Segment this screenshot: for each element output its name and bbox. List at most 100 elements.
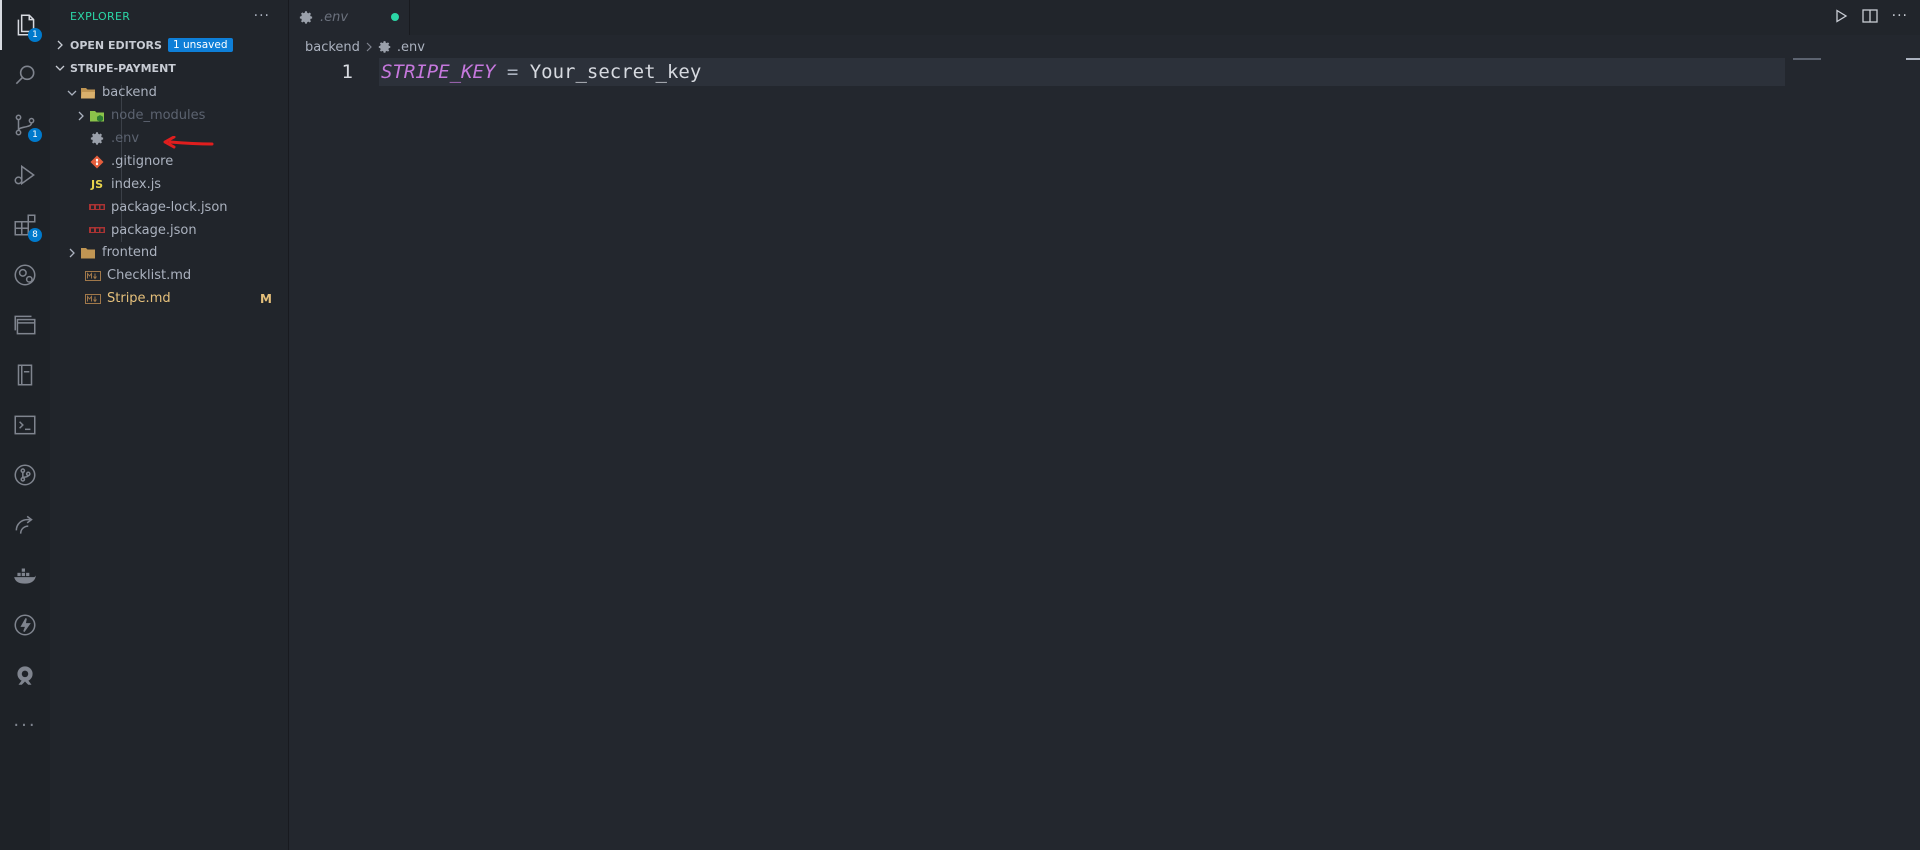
open-editors-section[interactable]: OPEN EDITORS 1 unsaved — [50, 34, 288, 56]
thunder-client-button[interactable] — [0, 600, 50, 650]
play-icon — [1834, 9, 1848, 23]
markdown-icon — [85, 291, 101, 307]
explorer-button[interactable]: 1 — [0, 0, 50, 50]
tree-item-package-lock[interactable]: package-lock.json — [50, 196, 288, 219]
extensions-button[interactable]: 8 — [0, 200, 50, 250]
pages-button[interactable] — [0, 300, 50, 350]
tree-item-label: node_modules — [111, 108, 206, 123]
activity-bar: 1 1 8 ··· — [0, 0, 51, 850]
node-folder-icon — [89, 108, 105, 124]
overview-ruler[interactable] — [1906, 58, 1920, 60]
split-editor-icon — [1861, 9, 1878, 23]
code-editor[interactable]: 1 STRIPE_KEY = Your_secret_key — [289, 58, 1920, 850]
assignment-operator: = — [495, 61, 530, 83]
lightning-icon — [12, 612, 38, 638]
folder-icon — [80, 245, 96, 261]
tree-item-label: package-lock.json — [111, 200, 228, 215]
npm-icon — [89, 223, 105, 239]
tree-item-checklist-md[interactable]: Checklist.md — [50, 264, 288, 287]
ellipsis-icon: ··· — [1891, 8, 1908, 24]
tree-item-label: backend — [102, 85, 157, 100]
tree-item-label: Checklist.md — [107, 268, 192, 283]
minimap[interactable] — [1793, 58, 1821, 60]
terminal-icon — [12, 412, 38, 438]
search-icon — [12, 62, 38, 88]
gitkraken-button[interactable] — [0, 650, 50, 700]
tab-env[interactable]: .env — [289, 0, 410, 35]
explorer-title: EXPLORER — [70, 10, 131, 23]
tree-item-backend[interactable]: backend — [50, 81, 288, 104]
source-control-button[interactable]: 1 — [0, 100, 50, 150]
breadcrumb-item-backend[interactable]: backend — [305, 40, 360, 55]
tree-item-package-json[interactable]: package.json — [50, 219, 288, 242]
chevron-right-icon — [66, 247, 80, 259]
env-value: Your_secret_key — [529, 61, 702, 83]
tab-label: .env — [320, 10, 349, 25]
chevron-down-icon — [54, 62, 68, 74]
gear-icon — [89, 131, 105, 147]
tree-item-label: package.json — [111, 223, 197, 238]
remote-explorer-icon — [12, 262, 38, 288]
explorer-badge: 1 — [28, 28, 42, 42]
live-share-icon — [12, 512, 38, 538]
more-views-button[interactable]: ··· — [0, 700, 50, 750]
extensions-badge: 8 — [28, 228, 42, 242]
search-button[interactable] — [0, 50, 50, 100]
env-key: STRIPE_KEY — [381, 61, 496, 83]
terminal-button[interactable] — [0, 400, 50, 450]
folder-open-icon — [80, 85, 96, 101]
explorer-header: EXPLORER ··· — [50, 0, 288, 32]
tree-item-stripe-md[interactable]: Stripe.md M — [50, 287, 288, 310]
tree-item-label: frontend — [102, 245, 158, 260]
npm-icon — [89, 200, 105, 216]
tab-bar: .env ··· — [289, 0, 1920, 35]
run-debug-button[interactable] — [0, 150, 50, 200]
run-button[interactable] — [1834, 9, 1848, 23]
breadcrumb: backend .env — [305, 38, 425, 56]
chevron-right-icon — [364, 42, 374, 52]
tree-item-label: .env — [111, 131, 140, 146]
git-graph-button[interactable] — [0, 450, 50, 500]
tree-item-frontend[interactable]: frontend — [50, 241, 288, 264]
ellipsis-icon: ··· — [13, 714, 37, 736]
line-number: 1 — [341, 61, 353, 83]
gear-icon — [378, 40, 392, 54]
docker-button[interactable] — [0, 550, 50, 600]
git-icon — [89, 154, 105, 170]
more-actions-button[interactable]: ··· — [1892, 8, 1908, 24]
source-control-badge: 1 — [28, 128, 42, 142]
open-editors-label: OPEN EDITORS — [70, 38, 162, 52]
gitkraken-icon — [12, 662, 38, 688]
explorer-more-button[interactable]: ··· — [254, 8, 270, 24]
breadcrumb-item-env[interactable]: .env — [397, 40, 425, 55]
markdown-icon — [85, 268, 101, 284]
split-editor-button[interactable] — [1861, 9, 1878, 23]
red-arrow-annotation — [162, 136, 214, 150]
windows-icon — [12, 312, 38, 338]
live-share-button[interactable] — [0, 500, 50, 550]
book-button[interactable] — [0, 350, 50, 400]
git-modified-badge: M — [260, 291, 272, 306]
unsaved-dot-icon[interactable] — [391, 13, 399, 21]
remote-explorer-button[interactable] — [0, 250, 50, 300]
tree-item-gitignore[interactable]: .gitignore — [50, 150, 288, 173]
chevron-right-icon — [54, 39, 68, 51]
unsaved-badge: 1 unsaved — [167, 38, 233, 52]
tree-item-label: .gitignore — [111, 154, 174, 169]
code-line[interactable]: STRIPE_KEY = Your_secret_key — [381, 58, 701, 86]
run-debug-icon — [12, 162, 38, 188]
tree-item-label: Stripe.md — [107, 291, 171, 306]
chevron-right-icon — [75, 110, 89, 122]
project-label: STRIPE-PAYMENT — [70, 61, 176, 75]
docker-icon — [12, 562, 38, 588]
tree-item-index-js[interactable]: JS index.js — [50, 173, 288, 196]
explorer-sidebar: EXPLORER ··· OPEN EDITORS 1 unsaved STRI… — [50, 0, 289, 850]
project-section[interactable]: STRIPE-PAYMENT — [50, 57, 288, 79]
tree-item-node-modules[interactable]: node_modules — [50, 104, 288, 127]
gear-icon — [299, 10, 314, 25]
chevron-down-icon — [66, 87, 80, 99]
book-icon — [12, 362, 38, 388]
tree-item-label: index.js — [111, 177, 162, 192]
javascript-icon: JS — [90, 178, 103, 191]
git-graph-icon — [12, 462, 38, 488]
